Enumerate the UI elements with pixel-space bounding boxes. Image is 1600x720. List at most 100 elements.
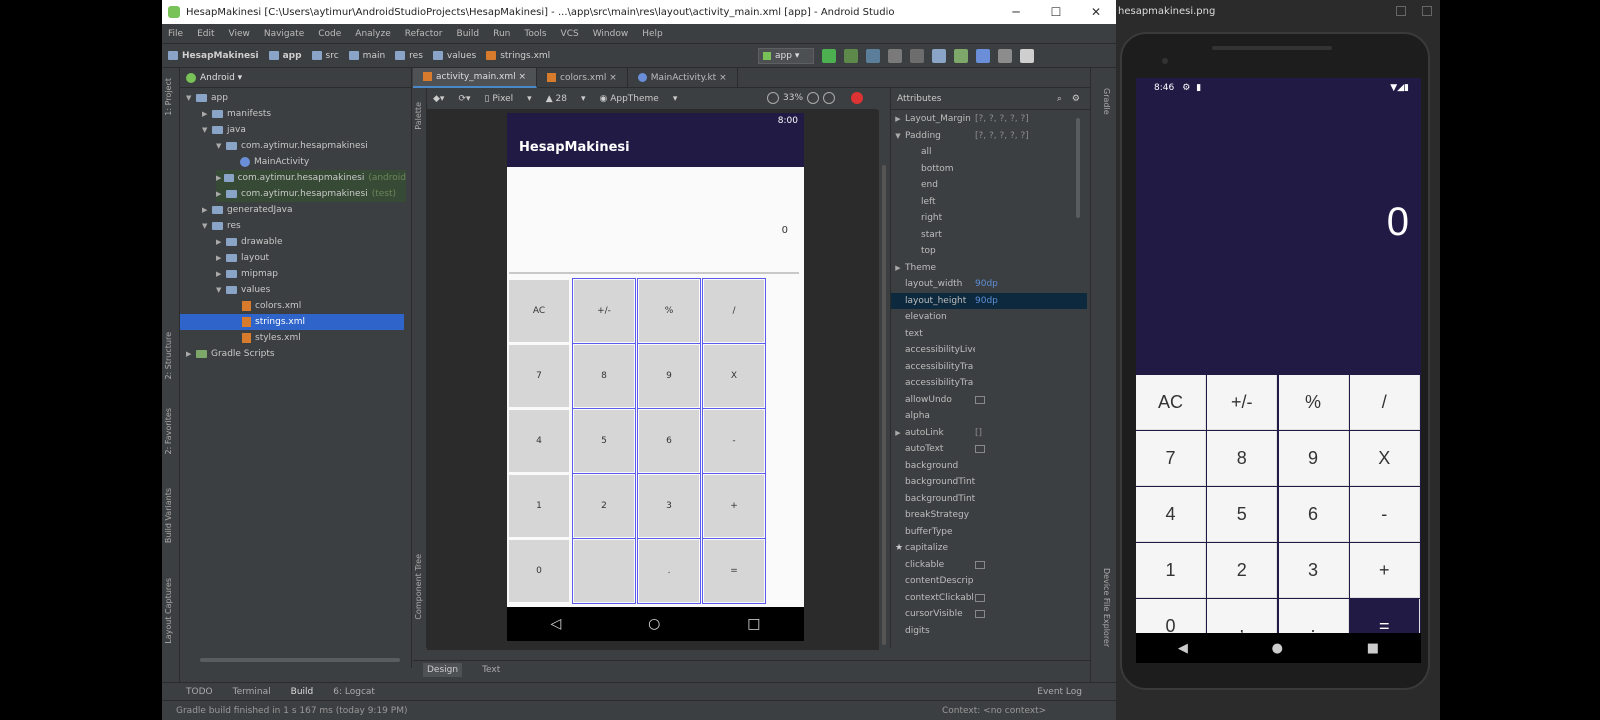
preview-button[interactable]: X [702,343,766,409]
calculator-key[interactable]: 1 [1136,543,1206,598]
preview-button[interactable]: AC [509,280,569,342]
menu-window[interactable]: Window [593,29,629,39]
attribute-row[interactable]: ★ capitalize [891,540,1087,556]
api-select[interactable]: ▲ 28 ▾ [546,94,586,104]
gear-icon[interactable]: ⚙ [1072,94,1080,104]
device-select[interactable]: ▯ Pixel ▾ [485,94,532,104]
tree-item-java[interactable]: ▼ java [202,122,246,138]
attribute-row[interactable]: layout_width 90dp [891,276,1087,292]
tree-item-manifests[interactable]: ▶ manifests [202,106,271,122]
breadcrumb-app[interactable]: app [268,51,302,61]
design-surface-icon[interactable]: ◆▾ [433,94,444,104]
attribute-row[interactable]: ▶ autoLink[] [891,425,1087,441]
preview-button[interactable]: 0 [509,540,569,602]
menu-refactor[interactable]: Refactor [405,29,443,39]
calculator-key[interactable]: AC [1136,375,1206,430]
calculator-key[interactable]: - [1349,487,1420,542]
attribute-row[interactable]: bufferType [891,524,1087,540]
attribute-row[interactable]: contextClickabl [891,590,1087,606]
project-view-selector[interactable]: Android ▾ [180,68,411,88]
tab-colors-xml[interactable]: colors.xml × [537,67,628,88]
sync-gradle-icon[interactable] [932,49,946,63]
favorites-tool-tab[interactable]: 2: Favorites [164,408,178,454]
attribute-row[interactable]: text [891,326,1087,342]
attribute-value[interactable]: [] [975,428,982,438]
calculator-key[interactable]: 9 [1278,431,1349,486]
calculator-key[interactable]: +/- [1207,375,1278,430]
preview-button[interactable]: 8 [572,343,636,409]
attribute-row[interactable]: ▶ Layout_Margin [?, ?, ?, ?, ?] [891,111,1087,127]
recents-icon[interactable]: ■ [1367,641,1379,656]
debug-icon[interactable] [844,49,858,63]
preview-button[interactable]: . [637,538,701,604]
event-log-button[interactable]: Event Log [1037,687,1082,697]
preview-button[interactable]: 7 [509,345,569,407]
menu-run[interactable]: Run [493,29,510,39]
project-tool-tab[interactable]: 1: Project [164,78,178,116]
attribute-row[interactable]: alpha [891,408,1087,424]
attribute-row[interactable]: ▼ Padding [?, ?, ?, ?, ?] [891,128,1087,144]
preview-button[interactable]: 5 [572,408,636,474]
tree-item-res[interactable]: ▼ res [202,218,241,234]
attribute-row[interactable]: background [891,458,1087,474]
preview-button[interactable]: 9 [637,343,701,409]
tab-mainactivity-kt[interactable]: MainActivity.kt × [628,67,738,88]
calculator-key[interactable]: % [1278,375,1349,430]
search-icon[interactable] [998,49,1012,63]
search-icon[interactable]: ⌕ [1057,94,1062,104]
menu-help[interactable]: Help [642,29,663,39]
close-button[interactable] [1422,6,1432,16]
tool-tab-build[interactable]: Build [291,687,314,697]
star-icon[interactable]: ★ [895,543,903,553]
preview-button[interactable]: 4 [509,410,569,472]
build-variants-tool-tab[interactable]: Build Variants [164,488,178,543]
preview-button[interactable] [572,538,636,604]
preview-button[interactable]: - [702,408,766,474]
minimize-button[interactable] [1396,6,1406,16]
attribute-row[interactable]: clickable [891,557,1087,573]
tree-item-styles-xml[interactable]: styles.xml [242,330,301,346]
tree-item-mipmap[interactable]: ▶ mipmap [216,266,278,282]
checkbox[interactable] [975,560,985,569]
breadcrumb-strings[interactable]: strings.xml [486,51,550,61]
calculator-key[interactable]: 2 [1207,543,1278,598]
attribute-row[interactable]: backgroundTint [891,474,1087,490]
palette-tab[interactable]: Palette [414,102,428,130]
attribute-row[interactable]: layout_height 90dp [891,292,1087,309]
calculator-key[interactable]: 5 [1207,487,1278,542]
preview-button[interactable]: % [637,278,701,344]
tool-tab-todo[interactable]: TODO [186,687,213,697]
attribute-row[interactable]: all [891,144,1087,160]
calculator-key[interactable]: / [1349,375,1420,430]
tree-item-gradle-scripts[interactable]: ▶ Gradle Scripts [186,346,275,362]
attribute-row[interactable]: accessibilityTra [891,375,1087,391]
tree-item-drawable[interactable]: ▶ drawable [216,234,283,250]
preview-display[interactable]: 0 [507,167,804,269]
breadcrumb-main[interactable]: main [348,51,385,61]
tool-tab-terminal[interactable]: Terminal [233,687,271,697]
tree-item-layout[interactable]: ▶ layout [216,250,269,266]
breadcrumb-values[interactable]: values [432,51,476,61]
attribute-row[interactable]: bottom [891,161,1087,177]
attribute-row[interactable]: left [891,194,1087,210]
tab-activity-main-xml[interactable]: activity_main.xml × [413,67,538,88]
profile-icon[interactable] [866,49,880,63]
calculator-key[interactable]: 7 [1136,431,1206,486]
checkbox[interactable] [975,445,985,453]
preview-button[interactable]: 2 [572,473,636,539]
tree-item-colors-xml[interactable]: colors.xml [242,298,301,314]
structure-tool-tab[interactable]: 2: Structure [164,332,178,380]
calculator-key[interactable]: 6 [1278,487,1349,542]
attribute-row[interactable]: ▶ Theme [891,260,1087,276]
preview-button[interactable]: / [702,278,766,344]
run-icon[interactable] [822,49,836,63]
menu-view[interactable]: View [229,29,250,39]
zoom-in-icon[interactable] [807,92,820,104]
menu-file[interactable]: File [168,29,183,39]
attribute-row[interactable]: breakStrategy [891,507,1087,523]
attribute-row[interactable]: accessibilityLive [891,342,1087,358]
preview-button[interactable]: 1 [509,475,569,537]
checkbox[interactable] [975,610,985,618]
attribute-row[interactable]: cursorVisible [891,606,1087,622]
tab-text[interactable]: Text [478,663,504,677]
